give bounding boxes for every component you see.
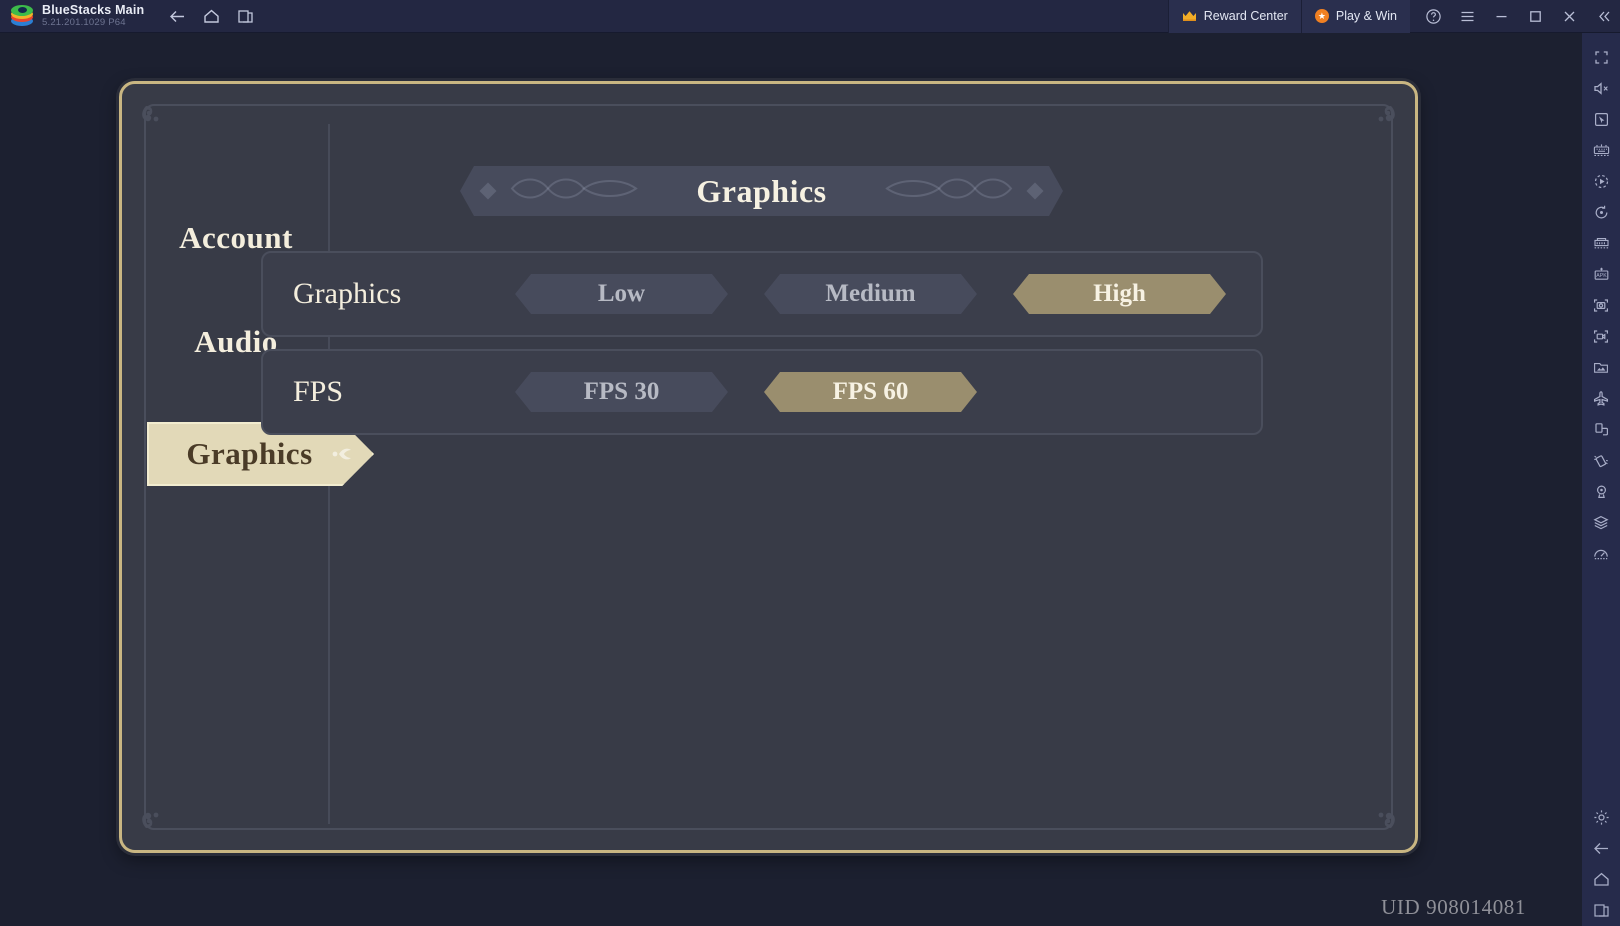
diamond-accent-icon xyxy=(1027,183,1044,200)
cursor-icon[interactable] xyxy=(1586,104,1616,134)
corner-ornament-icon xyxy=(1353,98,1399,144)
settings-nav: Account Audio Graphics xyxy=(144,124,374,824)
hamburger-menu-icon[interactable] xyxy=(1450,0,1484,33)
close-button[interactable] xyxy=(1552,0,1586,33)
screenshot-icon[interactable] xyxy=(1586,290,1616,320)
corner-ornament-icon xyxy=(1353,790,1399,836)
multi-instance-icon[interactable] xyxy=(1586,228,1616,258)
app-title: BlueStacks Main xyxy=(42,2,145,17)
titlebar-title-block: BlueStacks Main 5.21.201.1029 P64 xyxy=(42,2,145,29)
graphics-option-high[interactable]: High xyxy=(1013,274,1226,314)
uid-label: UID 908014081 xyxy=(1381,895,1526,919)
play-and-win-label: Play & Win xyxy=(1335,9,1397,23)
graphics-option-low[interactable]: Low xyxy=(515,274,728,314)
screen-record-icon[interactable] xyxy=(1586,321,1616,351)
fps-option-60[interactable]: FPS 60 xyxy=(764,372,977,412)
section-header: Graphics xyxy=(460,166,1063,216)
app-root: BlueStacks Main 5.21.201.1029 P64 Reward… xyxy=(0,0,1620,926)
fps-option-30[interactable]: FPS 30 xyxy=(515,372,728,412)
titlebar: BlueStacks Main 5.21.201.1029 P64 Reward… xyxy=(0,0,1620,33)
recent-apps-icon[interactable] xyxy=(1586,895,1616,925)
airplane-mode-icon[interactable] xyxy=(1586,383,1616,413)
reward-center-button[interactable]: Reward Center xyxy=(1167,0,1301,33)
page-title: Graphics xyxy=(696,172,827,209)
multi-window-icon[interactable] xyxy=(228,0,262,33)
rotate-icon[interactable] xyxy=(1586,197,1616,227)
sidebar-item-label: Graphics xyxy=(186,436,313,471)
shake-icon[interactable] xyxy=(1586,445,1616,475)
back-arrow-icon[interactable] xyxy=(160,0,194,33)
eco-mode-icon[interactable] xyxy=(1586,507,1616,537)
macro-icon[interactable] xyxy=(1586,166,1616,196)
setting-row-graphics: Graphics Low Medium High xyxy=(261,251,1263,337)
setting-row-fps: FPS FPS 30 FPS 60 xyxy=(261,349,1263,435)
graphics-option-medium[interactable]: Medium xyxy=(764,274,977,314)
app-version: 5.21.201.1029 P64 xyxy=(42,17,126,29)
home-icon[interactable] xyxy=(194,0,228,33)
location-icon[interactable] xyxy=(1586,476,1616,506)
play-and-win-button[interactable]: ★ Play & Win xyxy=(1300,0,1410,33)
crown-icon xyxy=(1182,10,1197,22)
performance-icon[interactable] xyxy=(1586,538,1616,568)
maximize-button[interactable] xyxy=(1518,0,1552,33)
header-ornament-icon xyxy=(504,174,654,209)
game-view: Account Audio Graphics Graphics Graphics… xyxy=(0,33,1582,926)
bluestacks-sidebar: APK xyxy=(1582,33,1620,926)
settings-panel: Account Audio Graphics Graphics Graphics… xyxy=(119,81,1418,853)
setting-label: Graphics xyxy=(293,277,402,310)
bluestacks-logo-icon xyxy=(11,5,33,27)
fullscreen-icon[interactable] xyxy=(1586,42,1616,72)
home-icon[interactable] xyxy=(1586,864,1616,894)
svg-text:APK: APK xyxy=(1596,273,1607,279)
collapse-icon[interactable] xyxy=(1586,0,1620,33)
minimize-button[interactable] xyxy=(1484,0,1518,33)
header-ornament-icon xyxy=(869,174,1019,209)
help-icon[interactable] xyxy=(1416,0,1450,33)
settings-gear-icon[interactable] xyxy=(1586,802,1616,832)
media-manager-icon[interactable] xyxy=(1586,352,1616,382)
mute-icon[interactable] xyxy=(1586,73,1616,103)
install-apk-icon[interactable]: APK xyxy=(1586,259,1616,289)
setting-label: FPS xyxy=(293,375,344,408)
play-win-badge-icon: ★ xyxy=(1314,9,1329,23)
reward-center-label: Reward Center xyxy=(1203,9,1288,23)
keyboard-controls-icon[interactable] xyxy=(1586,135,1616,165)
flourish-ornament-icon xyxy=(322,441,356,467)
diamond-accent-icon xyxy=(480,183,497,200)
back-arrow-icon[interactable] xyxy=(1586,833,1616,863)
titlebar-nav-group xyxy=(160,0,262,33)
copy-to-clipboard-icon[interactable] xyxy=(1586,414,1616,444)
